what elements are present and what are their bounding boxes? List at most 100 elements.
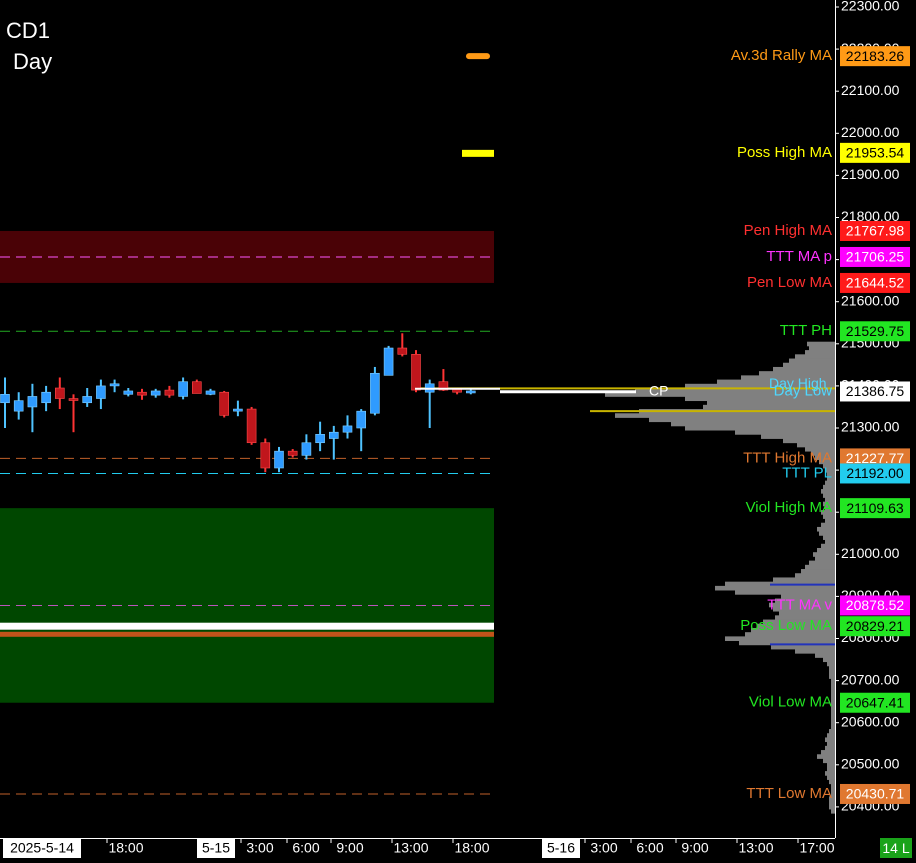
level-value-label: 21109.63: [846, 500, 904, 516]
y-tick-label: 21900.00: [841, 166, 900, 182]
profile-bar: [771, 644, 835, 650]
profile-bar: [831, 809, 835, 814]
y-tick-label: 22000.00: [841, 124, 900, 140]
period-title: Day: [13, 49, 53, 74]
profile-bar: [703, 404, 835, 410]
level-name-label: Poss Low MA: [740, 617, 832, 634]
candle-body: [465, 390, 476, 394]
candle-body: [315, 434, 325, 444]
candle-body: [219, 391, 229, 416]
profile-bar: [797, 442, 835, 448]
candle-body: [0, 394, 10, 404]
profile-bar: [809, 560, 835, 566]
candle-body: [41, 391, 51, 404]
candle-body: [205, 390, 216, 395]
x-time-label: 9:00: [336, 840, 363, 856]
candle-body: [411, 354, 421, 391]
x-time-label: 9:00: [681, 840, 708, 856]
profile-bar: [823, 758, 835, 764]
profile-bar: [817, 526, 835, 532]
profile-bar: [815, 556, 835, 562]
profile-bar: [831, 724, 835, 730]
x-time-label: 6:00: [636, 840, 663, 856]
candle-body: [328, 431, 339, 439]
y-tick-label: 21600.00: [841, 292, 900, 308]
level-name-label: Pen High MA: [744, 222, 832, 239]
candle-body: [192, 381, 202, 394]
band-0: [0, 622, 494, 630]
profile-bar: [725, 636, 835, 642]
profile-bar: [795, 573, 835, 578]
profile-bar: [831, 682, 835, 688]
profile-bar: [823, 657, 835, 663]
profile-bar: [825, 518, 835, 524]
profile-bar: [829, 729, 835, 734]
overlay-label-cp: CP: [649, 382, 668, 398]
profile-bar: [823, 535, 835, 540]
candle-body: [96, 385, 106, 399]
candle-body: [54, 387, 65, 399]
profile-bar: [825, 737, 835, 743]
profile-bar: [783, 438, 835, 444]
profile-bar: [831, 720, 835, 726]
level-name-label: Viol High MA: [746, 499, 832, 516]
y-tick-label: 22100.00: [841, 82, 900, 98]
candle-body: [356, 410, 367, 429]
level-value-label: 20878.52: [846, 597, 905, 613]
level-value-label: 22183.26: [846, 48, 905, 64]
profile-bar: [831, 712, 835, 717]
level-name-label: Av.3d Rally MA: [731, 47, 832, 64]
profile-bar: [783, 362, 835, 368]
profile-bar: [715, 585, 835, 591]
x-time-label: 3:00: [246, 840, 273, 856]
level-name-label: Pen Low MA: [747, 274, 832, 291]
y-tick-label: 20500.00: [841, 756, 900, 772]
level-value-label: 21644.52: [846, 275, 905, 291]
profile-bar: [795, 354, 835, 359]
y-tick-label: 21300.00: [841, 419, 900, 435]
profile-bar: [823, 493, 835, 498]
candle-body: [383, 347, 394, 376]
profile-bar: [735, 590, 835, 595]
profile-bar: [805, 564, 835, 570]
y-tick-label: 21000.00: [841, 545, 900, 561]
candle-body: [109, 383, 120, 387]
marker-pill-0: [466, 53, 490, 60]
profile-bar: [615, 413, 835, 418]
profile-bar: [829, 665, 835, 671]
profile-bar: [825, 745, 835, 751]
profile-bar: [825, 539, 835, 545]
candle-body: [178, 381, 188, 397]
profile-bar: [761, 434, 835, 439]
level-value-label: 20647.41: [846, 694, 905, 710]
profile-bar: [823, 484, 835, 490]
x-time-label: 13:00: [738, 840, 773, 856]
candle-body: [274, 450, 284, 469]
y-tick-label: 20600.00: [841, 713, 900, 729]
level-value-label: 20829.21: [846, 618, 905, 634]
level-name-label: Poss High MA: [737, 144, 832, 161]
level-name-label: TTT MA p: [766, 248, 832, 265]
x-time-label: 18:00: [108, 840, 143, 856]
profile-bar: [813, 552, 835, 557]
candle-body: [246, 408, 257, 444]
lots-badge[interactable]: 14 L: [880, 838, 912, 858]
level-value-label: 21767.98: [846, 223, 905, 239]
level-value-label: 21953.54: [846, 145, 905, 161]
profile-bar: [821, 522, 835, 528]
x-time-label: 13:00: [393, 840, 428, 856]
profile-bar: [827, 733, 835, 738]
symbol-title: CD1: [6, 18, 51, 43]
profile-bar: [827, 775, 835, 780]
x-date-label: 2025-5-14: [10, 840, 74, 856]
x-time-label: 6:00: [292, 840, 319, 856]
profile-bar: [807, 341, 835, 347]
profile-bar: [817, 547, 835, 553]
profile-bar: [821, 489, 835, 494]
level-name-label: TTT Low MA: [746, 785, 832, 802]
profile-bar: [809, 345, 835, 351]
candle-body: [137, 391, 147, 396]
price-chart[interactable]: CPDay High22300.0022200.0022100.0022000.…: [0, 0, 916, 858]
profile-bar: [707, 400, 835, 406]
candle-body: [370, 372, 380, 414]
